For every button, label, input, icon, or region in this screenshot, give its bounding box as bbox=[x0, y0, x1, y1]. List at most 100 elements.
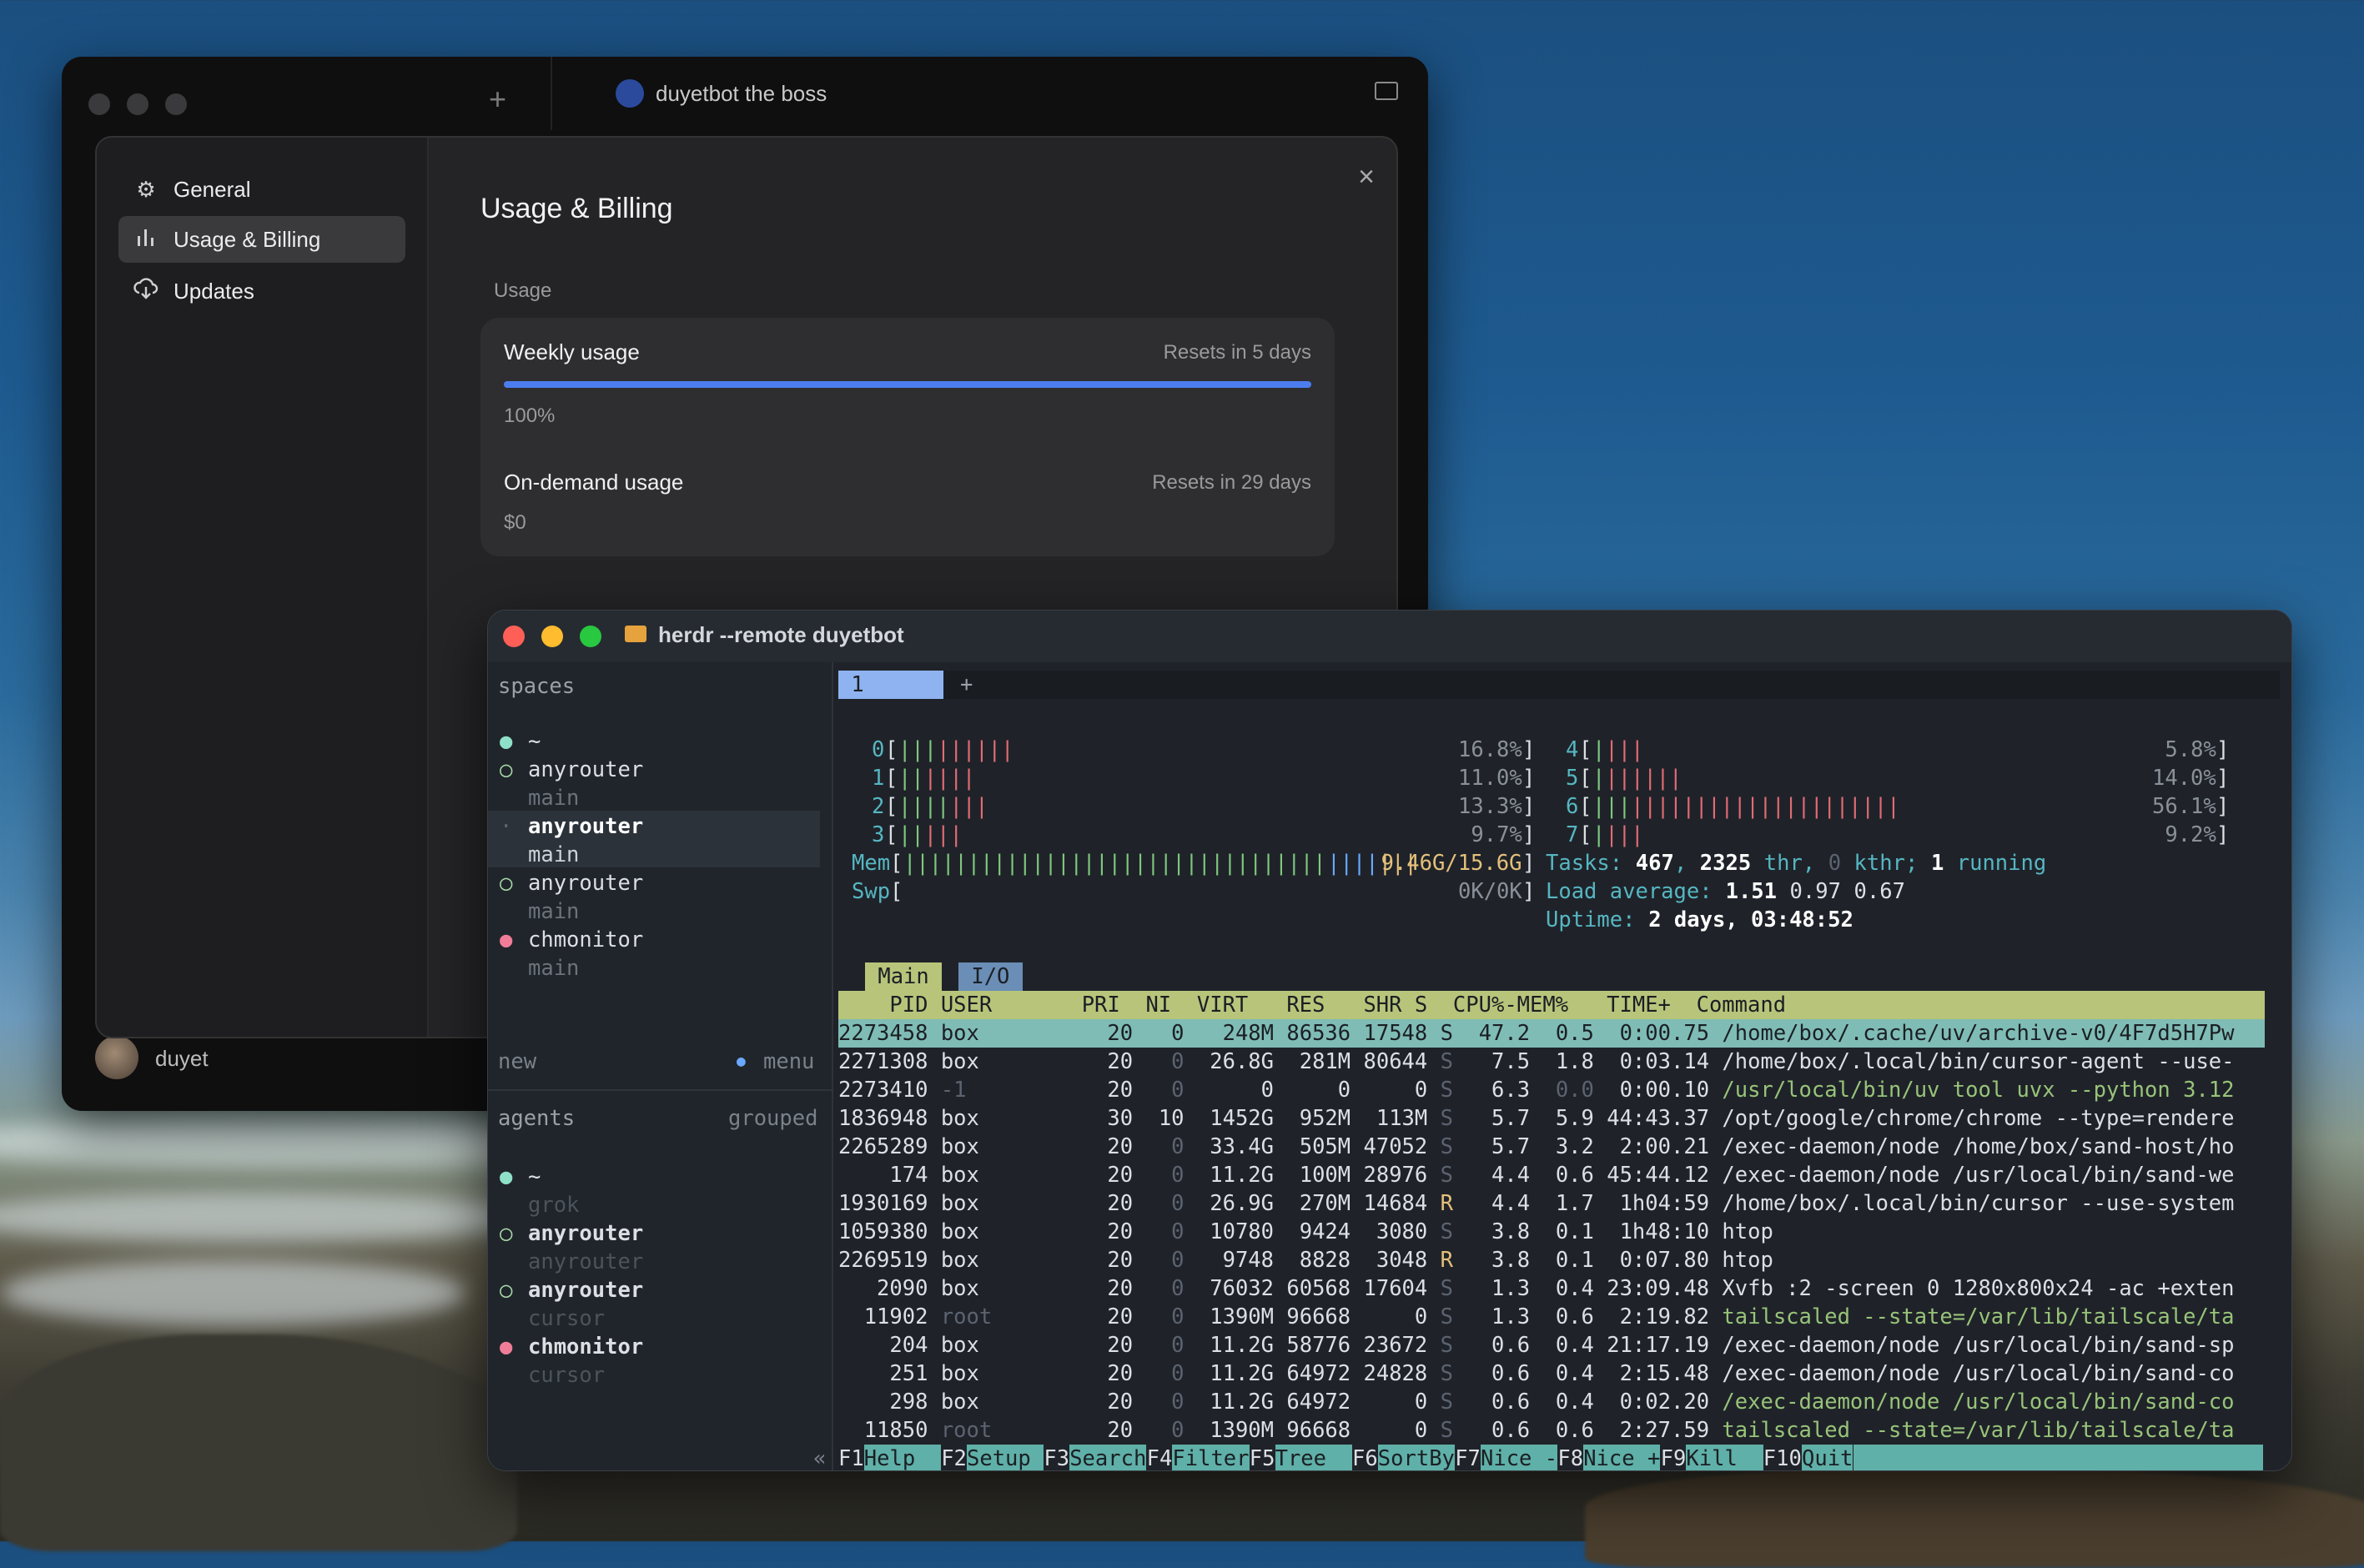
process-virt: 33.4G bbox=[1184, 1134, 1275, 1159]
window-close-button[interactable] bbox=[88, 93, 110, 115]
space-name[interactable]: ~ bbox=[528, 727, 541, 756]
process-row[interactable]: 2265289 box 20 0 33.4G 505M 47052 S 5.7 … bbox=[838, 1133, 2265, 1161]
process-time: 45:44.12 bbox=[1593, 1163, 1723, 1188]
fkey-f6-label[interactable]: SortBy bbox=[1377, 1445, 1455, 1470]
space-status-dot[interactable]: ○ bbox=[500, 869, 512, 897]
process-time: 2:19.82 bbox=[1593, 1304, 1723, 1329]
fkey-f2-label[interactable]: Setup bbox=[967, 1445, 1044, 1470]
fkey-f4-label[interactable]: Filter bbox=[1172, 1445, 1250, 1470]
space-name[interactable]: anyrouter bbox=[528, 812, 643, 841]
close-icon[interactable]: × bbox=[1358, 163, 1375, 191]
fkey-f1[interactable]: F1 bbox=[838, 1445, 864, 1470]
fkey-f4[interactable]: F4 bbox=[1147, 1445, 1173, 1470]
process-row[interactable]: 1059380 box 20 0 10780 9424 3080 S 3.8 0… bbox=[838, 1218, 2265, 1246]
process-row[interactable]: 2090 box 20 0 76032 60568 17604 S 1.3 0.… bbox=[838, 1274, 2265, 1303]
window-close-button[interactable] bbox=[503, 626, 525, 647]
space-status-dot[interactable]: · bbox=[500, 812, 512, 841]
window-minimize-button[interactable] bbox=[541, 626, 563, 647]
add-tab-button[interactable]: + bbox=[960, 671, 973, 699]
process-pid: 1836948 bbox=[838, 1106, 941, 1131]
space-branch: main bbox=[528, 842, 580, 867]
space-status-dot[interactable]: ● bbox=[500, 727, 512, 756]
swap-bracket: [ bbox=[890, 879, 903, 904]
process-row[interactable]: 2273458 box 20 0 248M 86536 17548 S 47.2… bbox=[838, 1019, 2265, 1048]
space-status-dot[interactable]: ● bbox=[500, 926, 512, 954]
fkey-f2[interactable]: F2 bbox=[941, 1445, 967, 1470]
new-space-button[interactable]: new bbox=[498, 1048, 536, 1076]
process-row[interactable]: 11902 root 20 0 1390M 96668 0 S 1.3 0.6 … bbox=[838, 1303, 2265, 1331]
process-cpu: 47.2 bbox=[1452, 1021, 1531, 1046]
space-name[interactable]: anyrouter bbox=[528, 869, 643, 897]
fkey-f3[interactable]: F3 bbox=[1044, 1445, 1069, 1470]
process-row[interactable]: 1836948 box 30 10 1452G 952M 113M S 5.7 … bbox=[838, 1104, 2265, 1133]
process-cpu: 0.6 bbox=[1452, 1333, 1531, 1358]
tasks-line-part: 467 bbox=[1635, 851, 1674, 876]
fkey-f7[interactable]: F7 bbox=[1455, 1445, 1481, 1470]
process-row[interactable]: 298 box 20 0 11.2G 64972 0 S 0.6 0.4 0:0… bbox=[838, 1388, 2265, 1416]
weekly-usage-progress-fill bbox=[504, 381, 1311, 388]
plus-icon[interactable]: + bbox=[489, 82, 506, 117]
collapse-sidebar-button[interactable]: « bbox=[813, 1445, 826, 1470]
process-row[interactable]: 251 box 20 0 11.2G 64972 24828 S 0.6 0.4… bbox=[838, 1359, 2265, 1388]
fkey-f10[interactable]: F10 bbox=[1763, 1445, 1802, 1470]
process-row[interactable]: 1930169 box 20 0 26.9G 270M 14684 R 4.4 … bbox=[838, 1189, 2265, 1218]
sidebar-item-general[interactable]: ⚙ General bbox=[118, 166, 405, 213]
process-state: S bbox=[1427, 1361, 1453, 1386]
fkey-f8[interactable]: F8 bbox=[1557, 1445, 1583, 1470]
process-state: S bbox=[1427, 1219, 1453, 1244]
menu-dot-icon: ● bbox=[737, 1053, 746, 1070]
menu-button[interactable]: menu bbox=[763, 1048, 814, 1076]
fkey-f10-label[interactable]: Quit bbox=[1802, 1445, 1853, 1470]
fkey-f5[interactable]: F5 bbox=[1250, 1445, 1275, 1470]
view-tab-main[interactable]: Main bbox=[865, 962, 943, 991]
agent-name[interactable]: ~ bbox=[528, 1163, 541, 1191]
process-row[interactable]: 2271308 box 20 0 26.8G 281M 80644 S 7.5 … bbox=[838, 1048, 2265, 1076]
fkey-f7-label[interactable]: Nice - bbox=[1481, 1445, 1558, 1470]
agent-name[interactable]: anyrouter bbox=[528, 1219, 643, 1248]
cpu-2-pct: 13.3% bbox=[1458, 794, 1522, 819]
sidebar-item-updates[interactable]: Updates bbox=[118, 268, 405, 314]
process-ni: 0 bbox=[1133, 1021, 1185, 1046]
process-row[interactable]: 11850 root 20 0 1390M 96668 0 S 0.6 0.6 … bbox=[838, 1416, 2265, 1445]
fkey-f5-label[interactable]: Tree bbox=[1275, 1445, 1352, 1470]
process-row[interactable]: 174 box 20 0 11.2G 100M 28976 S 4.4 0.6 … bbox=[838, 1161, 2265, 1189]
window-zoom-button[interactable] bbox=[580, 626, 601, 647]
space-name[interactable]: chmonitor bbox=[528, 926, 643, 954]
agent-name[interactable]: anyrouter bbox=[528, 1276, 643, 1304]
fkey-f6[interactable]: F6 bbox=[1352, 1445, 1378, 1470]
fkey-f9-label[interactable]: Kill bbox=[1686, 1445, 1763, 1470]
space-branch: main bbox=[528, 956, 580, 981]
process-state: S bbox=[1427, 1333, 1453, 1358]
window-zoom-button[interactable] bbox=[165, 93, 187, 115]
tasks-line-part: 2325 bbox=[1699, 851, 1752, 876]
process-user: box bbox=[940, 1021, 1069, 1046]
process-ni: 0 bbox=[1133, 1219, 1185, 1244]
cpu-bracket: [ bbox=[885, 737, 898, 762]
tab-duyetbot[interactable]: duyetbot the boss bbox=[616, 57, 1428, 130]
space-name[interactable]: anyrouter bbox=[528, 756, 643, 784]
monitor-icon[interactable] bbox=[1375, 82, 1398, 100]
process-row[interactable]: 204 box 20 0 11.2G 58776 23672 S 0.6 0.4… bbox=[838, 1331, 2265, 1359]
process-row[interactable]: 2273410 -1 20 0 0 0 0 S 6.3 0.0 0:00.10 … bbox=[838, 1076, 2265, 1104]
window-minimize-button[interactable] bbox=[127, 93, 148, 115]
process-shr: 3080 bbox=[1350, 1219, 1428, 1244]
tab-1[interactable]: 1 bbox=[838, 671, 943, 699]
process-pid: 2090 bbox=[838, 1276, 941, 1301]
fkey-f9[interactable]: F9 bbox=[1661, 1445, 1687, 1470]
cpu-1-bar-sys: |||| bbox=[923, 766, 976, 791]
mem-bar-buffers: |||| bbox=[1327, 851, 1379, 876]
fkey-f3-label[interactable]: Search bbox=[1069, 1445, 1147, 1470]
process-shr: 17548 bbox=[1350, 1021, 1428, 1046]
user-avatar[interactable] bbox=[95, 1036, 138, 1079]
space-status-dot[interactable]: ○ bbox=[500, 756, 512, 784]
fkey-f1-label[interactable]: Help bbox=[863, 1445, 941, 1470]
process-row[interactable]: 2269519 box 20 0 9748 8828 3048 R 3.8 0.… bbox=[838, 1246, 2265, 1274]
agent-name[interactable]: chmonitor bbox=[528, 1333, 643, 1361]
view-tab-io[interactable]: I/O bbox=[958, 962, 1023, 991]
sidebar-item-usage-billing[interactable]: Usage & Billing bbox=[118, 216, 405, 263]
process-res: 0 bbox=[1274, 1078, 1351, 1103]
process-virt: 0 bbox=[1184, 1078, 1275, 1103]
process-pid: 2273410 bbox=[838, 1078, 941, 1103]
fkey-f8-label[interactable]: Nice + bbox=[1583, 1445, 1661, 1470]
process-virt: 76032 bbox=[1184, 1276, 1275, 1301]
